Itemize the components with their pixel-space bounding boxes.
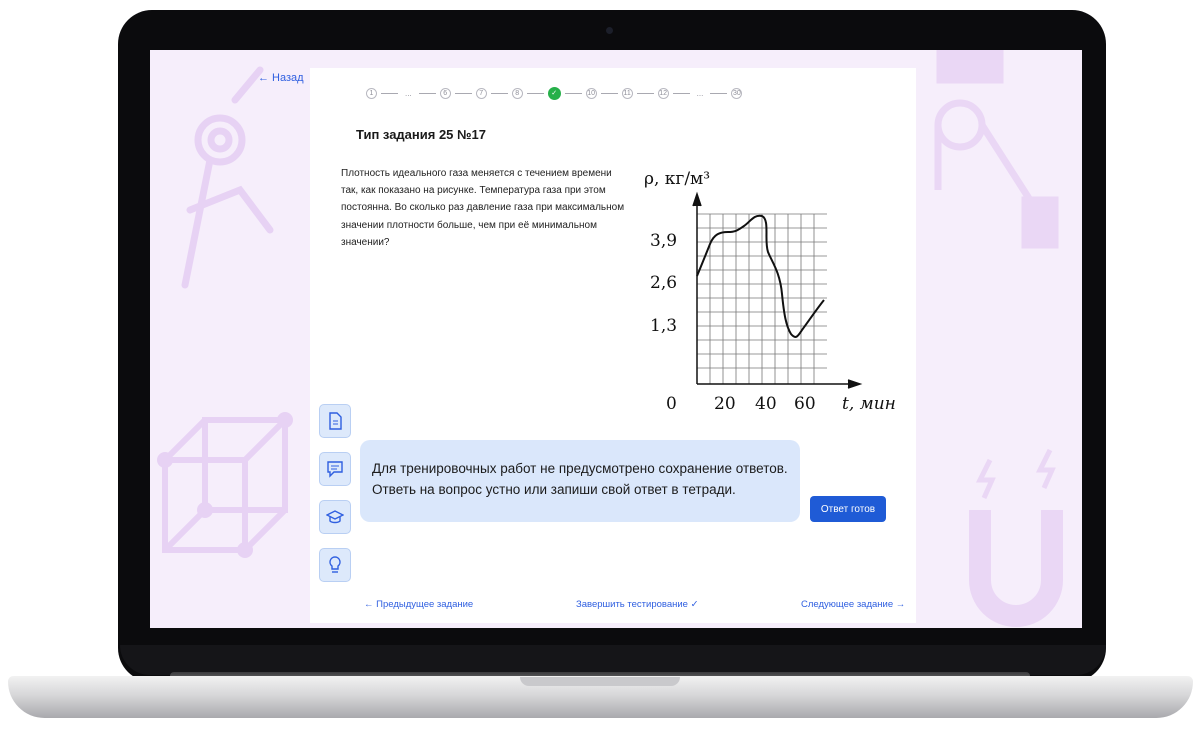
progress-connector: [526, 92, 544, 94]
progress-connector: [672, 92, 690, 94]
pulley-decoration-icon: [934, 50, 1059, 249]
x-tick-label: 0: [666, 394, 677, 414]
laptop-chin: [120, 645, 1106, 675]
progress-step[interactable]: 10: [585, 87, 597, 99]
document-tool-button[interactable]: [319, 404, 351, 438]
progress-step[interactable]: 8: [511, 87, 523, 99]
screen: ← Назад 1 ... 6 7 8 ✓ 10 11 12 ... 30 Ти…: [150, 50, 1082, 628]
progress-connector: [490, 92, 508, 94]
progress-connector: [710, 92, 728, 94]
progress-connector: [418, 92, 436, 94]
graph-grid: [697, 213, 827, 384]
progress-connector: [381, 92, 398, 94]
progress-steps: 1 ... 6 7 8 ✓ 10 11 12 ... 30: [366, 86, 743, 100]
progress-step[interactable]: 30: [731, 87, 743, 99]
answer-ready-button[interactable]: Ответ готов: [810, 496, 886, 522]
y-axis-label: ρ, кг/м³: [644, 169, 710, 189]
y-tick-label: 1,3: [650, 316, 677, 336]
finish-test-link[interactable]: Завершить тестирование ✓: [576, 599, 699, 610]
y-tick-label: 3,9: [650, 231, 677, 251]
theory-tool-button[interactable]: [319, 500, 351, 534]
x-axis-label: t, мин: [842, 394, 896, 414]
compass-decoration-icon: [181, 66, 274, 289]
density-curve: [696, 214, 825, 338]
y-tick-label: 2,6: [650, 273, 677, 293]
progress-step[interactable]: 12: [657, 87, 669, 99]
progress-step[interactable]: 11: [621, 87, 633, 99]
x-tick-label: 40: [755, 394, 777, 414]
hint-tool-button[interactable]: [319, 548, 351, 582]
lightbulb-icon: [329, 556, 341, 573]
progress-connector: [564, 92, 582, 94]
notice-box: Для тренировочных работ не предусмотрено…: [360, 440, 800, 522]
chat-icon: [327, 461, 343, 478]
progress-connector: [454, 92, 472, 94]
progress-step[interactable]: 7: [475, 87, 487, 99]
graph-axes: [692, 191, 863, 389]
back-link[interactable]: ← Назад: [258, 72, 304, 84]
x-tick-label: 60: [794, 394, 816, 414]
progress-connector: [636, 92, 654, 94]
next-task-link[interactable]: Следующее задание →: [801, 599, 905, 610]
progress-step[interactable]: 6: [439, 87, 451, 99]
magnet-decoration-icon: [969, 448, 1063, 627]
laptop-notch: [520, 677, 680, 686]
camera-icon: [606, 27, 613, 34]
progress-connector: [600, 92, 618, 94]
document-icon: [329, 412, 342, 430]
prev-task-link[interactable]: ← Предыдущее задание: [364, 599, 473, 610]
notice-text: Для тренировочных работ не предусмотрено…: [372, 461, 788, 497]
graduation-cap-icon: [326, 510, 344, 524]
progress-ellipsis: ...: [696, 88, 704, 98]
x-tick-label: 20: [714, 394, 736, 414]
comment-tool-button[interactable]: [319, 452, 351, 486]
progress-step-current[interactable]: ✓: [547, 86, 561, 100]
density-graph: ρ, кг/м³ 3,9 2,6 1,3 0 20 40 60 t, мин: [644, 169, 896, 414]
progress-ellipsis: ...: [405, 88, 412, 98]
task-title: Тип задания 25 №17: [356, 127, 486, 142]
cube-decoration-icon: [157, 412, 293, 558]
progress-step[interactable]: 1: [366, 87, 377, 99]
task-text: Плотность идеального газа меняется с теч…: [341, 168, 625, 248]
